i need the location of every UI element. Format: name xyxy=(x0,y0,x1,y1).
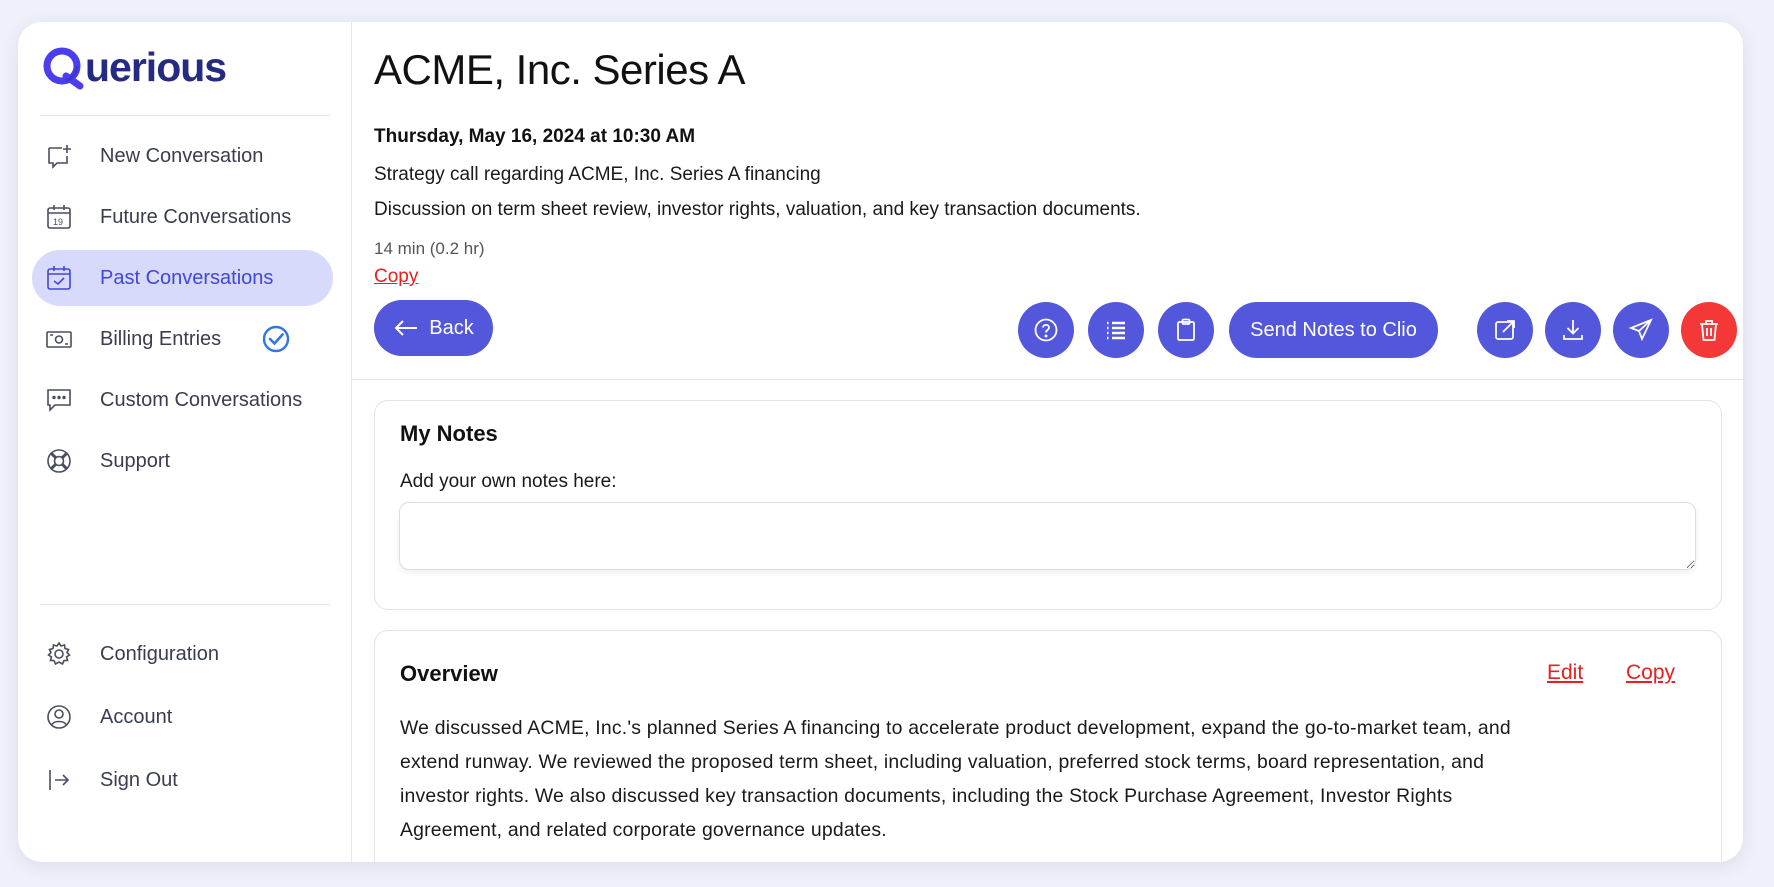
lifebuoy-icon xyxy=(44,446,74,476)
external-edit-icon xyxy=(1495,320,1515,340)
conversation-description: Discussion on term sheet review, investo… xyxy=(374,199,1141,220)
money-icon xyxy=(44,324,74,354)
overview-title: Overview xyxy=(400,661,498,686)
sidebar-item-label: Custom Conversations xyxy=(100,388,303,411)
copy-overview-link[interactable]: Copy xyxy=(1626,661,1675,685)
notes-label: Add your own notes here: xyxy=(400,471,617,492)
help-button[interactable] xyxy=(1018,302,1074,358)
overview-text: We discussed ACME, Inc.'s planned Series… xyxy=(400,717,1511,841)
sidebar-item-label: Sign Out xyxy=(100,768,178,791)
sidebar-divider xyxy=(40,604,330,605)
check-circle-icon xyxy=(262,325,290,353)
send-button[interactable] xyxy=(1613,302,1669,358)
page-title: ACME, Inc. Series A xyxy=(374,46,745,93)
user-circle-icon xyxy=(44,702,74,732)
sidebar-item-label: Configuration xyxy=(100,642,219,665)
sidebar-item-label: Future Conversations xyxy=(100,205,292,228)
conversation-datetime: Thursday, May 16, 2024 at 10:30 AM xyxy=(374,126,696,147)
back-button[interactable]: Back xyxy=(374,300,493,356)
brand-logo[interactable]: uerious xyxy=(42,42,227,92)
send-notes-to-clio-button[interactable]: Send Notes to Clio xyxy=(1229,302,1438,358)
sidebar-item-sign-out[interactable]: Sign Out xyxy=(32,751,333,809)
sidebar-item-new-conversation[interactable]: New Conversation xyxy=(32,128,333,184)
notes-input[interactable] xyxy=(399,502,1696,570)
trash-icon xyxy=(1700,320,1718,341)
sidebar-nav-bottom: Configuration Account Sign Out xyxy=(32,625,333,814)
delete-button[interactable] xyxy=(1681,302,1737,358)
sidebar-divider xyxy=(40,115,330,116)
new-chat-icon xyxy=(44,141,74,171)
chat-dots-icon xyxy=(44,385,74,415)
overview-card: Overview Edit Copy We discussed ACME, In… xyxy=(374,630,1722,862)
sidebar-item-label: Support xyxy=(100,449,171,472)
conversation-summary: Strategy call regarding ACME, Inc. Serie… xyxy=(374,164,821,185)
notes-card: My Notes Add your own notes here: xyxy=(374,400,1722,610)
sidebar-item-support[interactable]: Support xyxy=(32,433,333,489)
clipboard-icon xyxy=(1177,318,1195,341)
list-icon xyxy=(1107,321,1125,340)
calendar-check-icon xyxy=(44,263,74,293)
help-icon xyxy=(1034,318,1058,342)
notes-title: My Notes xyxy=(400,421,498,446)
list-button[interactable] xyxy=(1088,302,1144,358)
conversation-duration: 14 min (0.2 hr) xyxy=(374,239,485,258)
sidebar-item-past-conversations[interactable]: Past Conversations xyxy=(32,250,333,306)
gear-icon xyxy=(44,639,74,669)
download-button[interactable] xyxy=(1545,302,1601,358)
calendar-icon: 19 xyxy=(44,202,74,232)
sidebar-item-account[interactable]: Account xyxy=(32,688,333,746)
back-button-label: Back xyxy=(429,316,474,339)
sidebar-item-configuration[interactable]: Configuration xyxy=(32,625,333,683)
app-window: uerious New Conversation 19 Future Conve… xyxy=(18,22,1743,862)
copy-header-link[interactable]: Copy xyxy=(374,266,418,288)
edit-overview-link[interactable]: Edit xyxy=(1547,661,1583,685)
sidebar: uerious New Conversation 19 Future Conve… xyxy=(18,22,352,862)
arrow-left-icon xyxy=(394,320,418,336)
sidebar-item-label: Account xyxy=(100,705,173,728)
sidebar-item-custom-conversations[interactable]: Custom Conversations xyxy=(32,372,333,428)
sidebar-item-billing-entries[interactable]: Billing Entries xyxy=(32,311,333,367)
external-edit-button[interactable] xyxy=(1477,302,1533,358)
sidebar-nav: New Conversation 19 Future Conversations… xyxy=(32,128,333,494)
sidebar-item-label: New Conversation xyxy=(100,144,264,167)
sidebar-item-label: Billing Entries xyxy=(100,327,222,350)
send-icon xyxy=(1628,318,1653,342)
conversation-header: ACME, Inc. Series A Thursday, May 16, 20… xyxy=(352,22,1743,380)
sidebar-item-future-conversations[interactable]: 19 Future Conversations xyxy=(32,189,333,245)
download-icon xyxy=(1563,320,1583,340)
sign-out-icon xyxy=(44,765,74,795)
clipboard-button[interactable] xyxy=(1158,302,1214,358)
brand-name: uerious xyxy=(85,43,227,90)
sidebar-item-label: Past Conversations xyxy=(100,266,274,289)
main-content: ACME, Inc. Series A Thursday, May 16, 20… xyxy=(352,22,1743,862)
logo-q-icon xyxy=(43,47,84,90)
svg-text:19: 19 xyxy=(53,217,63,227)
